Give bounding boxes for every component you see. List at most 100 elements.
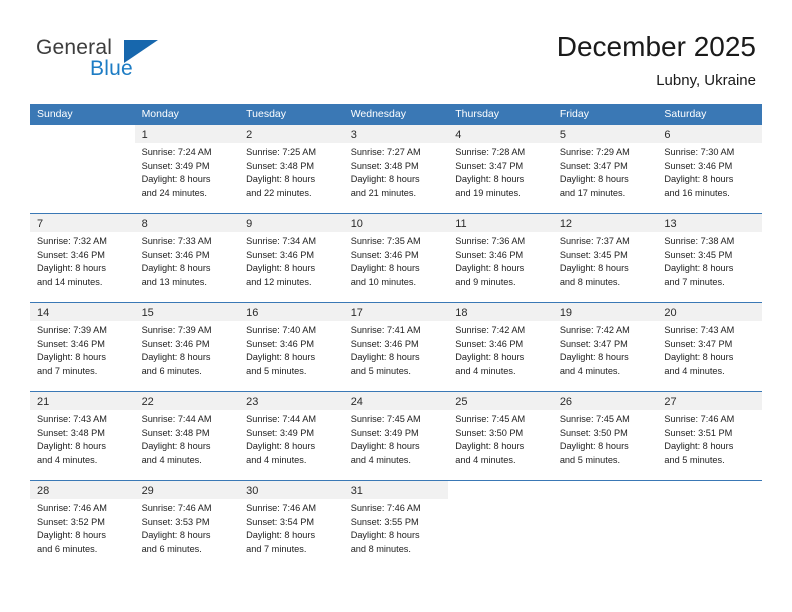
day-detail-line: Sunset: 3:46 PM (141, 338, 210, 349)
day-detail-line: Sunrise: 7:36 AM (455, 236, 526, 246)
day-details: Sunrise: 7:46 AM Sunset: 3:51 PM Daylight:… (657, 410, 762, 467)
day-detail-line: and 5 minutes. (350, 365, 411, 376)
day-cell-26[interactable]: 26 Sunrise: 7:45 AM Sunset: 3:50 PM Dayligh… (552, 392, 658, 480)
day-cell-17[interactable]: 17 Sunrise: 7:41 AM Sunset: 3:46 PM Dayligh… (343, 303, 449, 391)
day-number: 10 (350, 218, 363, 230)
day-detail-line: and 5 minutes. (664, 454, 725, 465)
day-cell-14[interactable]: 14 Sunrise: 7:39 AM Sunset: 3:46 PM Dayligh… (30, 303, 135, 391)
day-detail-line: Daylight: 8 hours (559, 263, 629, 274)
day-number-strip: 9 (239, 214, 344, 232)
day-cell-20[interactable]: 20 Sunrise: 7:43 AM Sunset: 3:47 PM Dayligh… (657, 303, 762, 391)
day-detail-line: and 8 minutes. (350, 543, 411, 554)
day-number-strip: 6 (657, 125, 762, 143)
day-detail-line: Sunset: 3:46 PM (455, 338, 524, 349)
day-details: Sunrise: 7:45 AM Sunset: 3:49 PM Daylight:… (344, 410, 449, 467)
day-cell-23[interactable]: 23 Sunrise: 7:44 AM Sunset: 3:49 PM Dayligh… (239, 392, 344, 480)
day-detail-line: Sunrise: 7:28 AM (455, 147, 526, 157)
day-number: 20 (664, 307, 677, 319)
day-cell-15[interactable]: 15 Sunrise: 7:39 AM Sunset: 3:46 PM Dayligh… (134, 303, 240, 391)
day-cell-6[interactable]: 6 Sunrise: 7:30 AM Sunset: 3:46 PM Daylight… (657, 125, 762, 213)
day-cell-5[interactable]: 5 Sunrise: 7:29 AM Sunset: 3:47 PM Daylight… (552, 125, 658, 213)
day-number: 5 (559, 129, 566, 141)
day-details: Sunrise: 7:24 AM Sunset: 3:49 PM Daylight:… (135, 143, 240, 200)
day-cell-1[interactable]: 1 Sunrise: 7:24 AM Sunset: 3:49 PM Daylight… (134, 125, 240, 213)
day-cell-9[interactable]: 9 Sunrise: 7:34 AM Sunset: 3:46 PM Daylight… (239, 214, 344, 302)
day-detail-line: Sunrise: 7:46 AM (246, 503, 317, 513)
day-detail-line: and 24 minutes. (141, 187, 207, 198)
week-row: 28 Sunrise: 7:46 AM Sunset: 3:52 PM Dayligh… (30, 480, 762, 569)
day-detail-line: Sunrise: 7:42 AM (455, 325, 526, 335)
day-cell-31[interactable]: 31 Sunrise: 7:46 AM Sunset: 3:55 PM Dayligh… (343, 481, 449, 569)
day-cell-13[interactable]: 13 Sunrise: 7:38 AM Sunset: 3:45 PM Dayligh… (657, 214, 762, 302)
day-detail-line: Daylight: 8 hours (141, 441, 211, 452)
day-cell-30[interactable]: 30 Sunrise: 7:46 AM Sunset: 3:54 PM Dayligh… (239, 481, 344, 569)
day-detail-line: Sunrise: 7:25 AM (246, 147, 317, 157)
day-number-strip: 12 (552, 214, 658, 232)
day-cell-11[interactable]: 11 Sunrise: 7:36 AM Sunset: 3:46 PM Dayligh… (448, 214, 553, 302)
day-detail-line: Sunrise: 7:38 AM (664, 236, 735, 246)
day-cell-25[interactable]: 25 Sunrise: 7:45 AM Sunset: 3:50 PM Dayligh… (448, 392, 553, 480)
day-detail-line: Daylight: 8 hours (246, 263, 316, 274)
day-detail-line: Daylight: 8 hours (246, 530, 316, 541)
day-cell-10[interactable]: 10 Sunrise: 7:35 AM Sunset: 3:46 PM Dayligh… (343, 214, 449, 302)
day-cell-21[interactable]: 21 Sunrise: 7:43 AM Sunset: 3:48 PM Dayligh… (30, 392, 135, 480)
day-details: Sunrise: 7:27 AM Sunset: 3:48 PM Daylight:… (344, 143, 449, 200)
day-detail-line: Daylight: 8 hours (141, 263, 211, 274)
day-detail-line: Sunset: 3:45 PM (559, 249, 628, 260)
day-cell-19[interactable]: 19 Sunrise: 7:42 AM Sunset: 3:47 PM Dayligh… (552, 303, 658, 391)
day-number: 11 (455, 218, 467, 230)
day-cell-22[interactable]: 22 Sunrise: 7:44 AM Sunset: 3:48 PM Dayligh… (134, 392, 240, 480)
day-detail-line: and 7 minutes. (246, 543, 307, 554)
day-details (657, 499, 762, 502)
day-cell-27[interactable]: 27 Sunrise: 7:46 AM Sunset: 3:51 PM Dayligh… (657, 392, 762, 480)
day-number-strip: 27 (657, 392, 762, 410)
day-number: 12 (559, 218, 573, 230)
day-cell-8[interactable]: 8 Sunrise: 7:33 AM Sunset: 3:46 PM Daylight… (134, 214, 240, 302)
day-detail-line: Sunset: 3:49 PM (141, 160, 210, 171)
day-detail-line: and 13 minutes. (141, 276, 207, 287)
day-detail-line: Sunrise: 7:29 AM (559, 147, 630, 157)
day-detail-line: Sunrise: 7:39 AM (37, 325, 107, 335)
day-number-strip: 3 (343, 125, 449, 143)
day-detail-line: and 4 minutes. (350, 454, 411, 465)
day-cell-4[interactable]: 4 Sunrise: 7:28 AM Sunset: 3:47 PM Daylight… (448, 125, 553, 213)
day-details: Sunrise: 7:37 AM Sunset: 3:45 PM Daylight:… (553, 232, 658, 289)
day-number-strip: 15 (134, 303, 240, 321)
day-detail-line: and 7 minutes. (37, 365, 98, 376)
day-number-strip: 5 (552, 125, 658, 143)
day-details: Sunrise: 7:39 AM Sunset: 3:46 PM Daylight:… (135, 321, 240, 378)
day-number: 7 (37, 218, 44, 230)
day-details (448, 499, 553, 502)
day-number: 4 (455, 129, 462, 141)
day-cell-28[interactable]: 28 Sunrise: 7:46 AM Sunset: 3:52 PM Dayligh… (30, 481, 135, 569)
day-cell-2[interactable]: 2 Sunrise: 7:25 AM Sunset: 3:48 PM Daylight… (239, 125, 344, 213)
weekday-header-tuesday: Tuesday (246, 108, 287, 120)
day-number: 28 (37, 485, 50, 497)
day-cell-16[interactable]: 16 Sunrise: 7:40 AM Sunset: 3:46 PM Dayligh… (239, 303, 344, 391)
day-number: 26 (559, 396, 573, 408)
day-details (30, 143, 135, 146)
day-number-strip: 2 (239, 125, 344, 143)
day-detail-line: Sunset: 3:46 PM (37, 338, 105, 349)
day-cell-18[interactable]: 18 Sunrise: 7:42 AM Sunset: 3:46 PM Dayligh… (448, 303, 553, 391)
day-detail-line: Daylight: 8 hours (37, 263, 106, 274)
day-detail-line: Daylight: 8 hours (559, 352, 629, 363)
day-cell-12[interactable]: 12 Sunrise: 7:37 AM Sunset: 3:45 PM Dayligh… (552, 214, 658, 302)
day-cell-3[interactable]: 3 Sunrise: 7:27 AM Sunset: 3:48 PM Daylight… (343, 125, 449, 213)
day-details: Sunrise: 7:42 AM Sunset: 3:46 PM Daylight:… (448, 321, 553, 378)
day-detail-line: Daylight: 8 hours (141, 174, 211, 185)
day-cell-29[interactable]: 29 Sunrise: 7:46 AM Sunset: 3:53 PM Dayligh… (134, 481, 240, 569)
day-number-strip: 1 (134, 125, 240, 143)
day-cell-24[interactable]: 24 Sunrise: 7:45 AM Sunset: 3:49 PM Dayligh… (343, 392, 449, 480)
weekday-header-thursday: Thursday (455, 108, 500, 120)
brand-logo[interactable]: General Blue (36, 36, 256, 92)
day-detail-line: Sunrise: 7:34 AM (246, 236, 317, 246)
weekday-header-friday: Friday (559, 108, 589, 120)
day-cell-7[interactable]: 7 Sunrise: 7:32 AM Sunset: 3:46 PM Daylight… (30, 214, 135, 302)
day-number-strip: 10 (343, 214, 449, 232)
day-details: Sunrise: 7:33 AM Sunset: 3:46 PM Daylight:… (135, 232, 240, 289)
day-detail-line: Sunrise: 7:42 AM (559, 325, 630, 335)
day-detail-line: and 21 minutes. (350, 187, 417, 198)
day-detail-line: Daylight: 8 hours (37, 352, 106, 363)
day-detail-line: Daylight: 8 hours (350, 352, 420, 363)
